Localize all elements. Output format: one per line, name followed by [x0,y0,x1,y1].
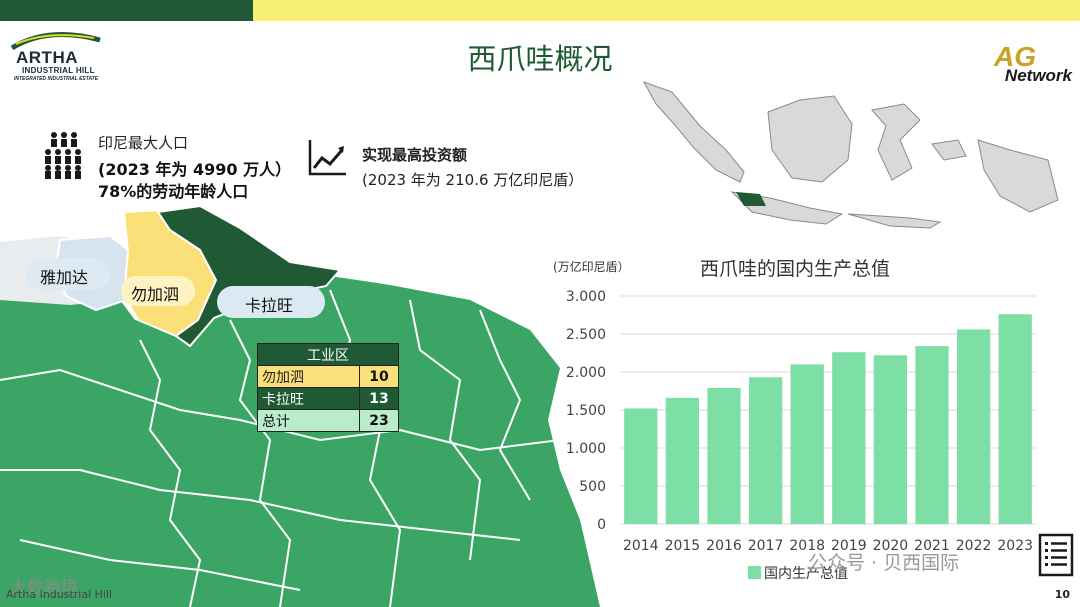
legend-swatch [748,566,761,579]
table-row: 总计 23 [257,409,399,432]
table-cell-name: 勿加泗 [257,365,360,388]
table-row: 勿加泗 10 [257,365,399,388]
ag-network-word: Network [1004,66,1072,85]
chart-title: 西爪哇的国内生产总值 [700,258,891,280]
investment-label: 实现最高投资额 [362,146,468,164]
table-row: 卡拉旺 13 [257,387,399,410]
population-label: 印尼最大人口 [98,134,189,152]
map-label-karawang-text: 卡拉旺 [245,296,294,315]
document-icon [1038,533,1074,577]
trend-up-icon [308,140,346,176]
investment-value: (2023 年为 210.6 万亿印尼盾） [362,171,584,189]
table-cell-name: 卡拉旺 [257,387,360,410]
table-cell-name: 总计 [257,409,360,432]
population-value: (2023 年为 4990 万人） [98,160,292,179]
table-cell-value: 23 [359,409,399,432]
workforce-value: 78%的劳动年龄人口 [98,182,249,201]
wechat-watermark-right: 公众号 · 贝西国际 [808,552,960,574]
map-label-bekasi-text: 勿加泗 [131,285,180,304]
table-cell-value: 10 [359,365,399,388]
industrial-table: 工业区 勿加泗 10 卡拉旺 13 总计 23 [257,343,399,432]
west-java-highlight [736,192,766,206]
people-icon [45,132,81,179]
table-header: 工业区 [257,343,399,366]
chart-y-unit: (万亿印尼盾） [553,260,630,274]
map-label-jakarta-text: 雅加达 [40,268,89,287]
page-number: 10 [1054,588,1070,601]
page-title: 西爪哇概况 [467,42,613,76]
table-cell-value: 13 [359,387,399,410]
footer-company: Artha Industrial Hill [6,588,113,601]
indonesia-map [642,81,1059,229]
